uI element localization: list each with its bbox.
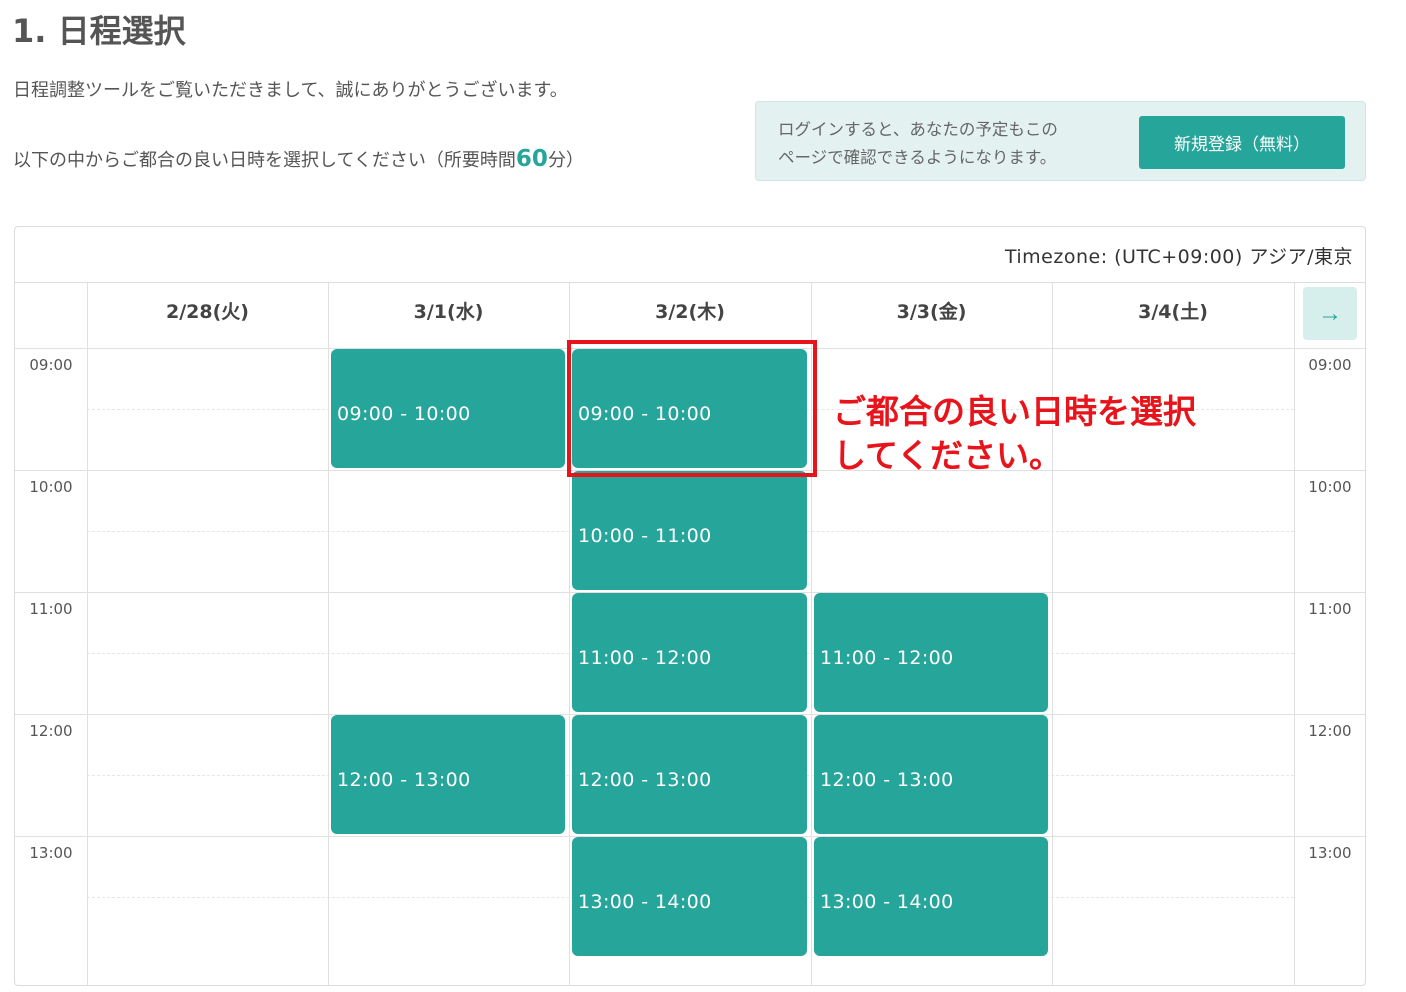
- register-button[interactable]: 新規登録（無料）: [1139, 116, 1345, 169]
- time-slot-button[interactable]: 13:00 - 14:00: [814, 837, 1048, 956]
- time-label-right: 09:00: [1308, 356, 1352, 374]
- time-label-left: 09:00: [29, 356, 73, 374]
- day-header: 3/2(木): [655, 301, 725, 323]
- column-divider: [1294, 283, 1295, 985]
- login-prompt-line1: ログインすると、あなたの予定もこの: [778, 120, 1058, 139]
- time-label-right: 13:00: [1308, 844, 1352, 862]
- time-label-right: 10:00: [1308, 478, 1352, 496]
- column-divider: [1052, 283, 1053, 985]
- time-slot-button[interactable]: 13:00 - 14:00: [572, 837, 807, 956]
- time-slot-button[interactable]: 11:00 - 12:00: [572, 593, 807, 712]
- day-header: 3/4(土): [1138, 301, 1208, 323]
- login-prompt-box: ログインすると、あなたの予定もこの ページで確認できるようになります。 新規登録…: [755, 101, 1366, 181]
- column-divider: [569, 283, 570, 985]
- column-divider: [811, 283, 812, 985]
- timezone-label: Timezone: (UTC+09:00) アジア/東京: [1004, 246, 1353, 268]
- intro-text: 日程調整ツールをご覧いただきまして、誠にありがとうございます。: [13, 80, 568, 101]
- time-label-left: 13:00: [29, 844, 73, 862]
- login-prompt-line2: ページで確認できるようになります。: [778, 148, 1057, 167]
- time-label-right: 11:00: [1308, 600, 1352, 618]
- day-header: 3/1(水): [413, 301, 484, 323]
- annotation-line2: してください。: [833, 436, 1063, 475]
- time-slot-button[interactable]: 09:00 - 10:00: [331, 349, 565, 468]
- calendar: Timezone: (UTC+09:00) アジア/東京 → 2/28(火) 3/…: [14, 226, 1366, 986]
- time-slot-button[interactable]: 12:00 - 13:00: [572, 715, 807, 834]
- column-divider: [87, 283, 88, 985]
- day-header: 3/3(金): [896, 301, 967, 323]
- instruction-suffix: 分）: [547, 150, 584, 171]
- time-slot-button[interactable]: 10:00 - 11:00: [572, 471, 807, 590]
- time-slot-button[interactable]: 11:00 - 12:00: [814, 593, 1048, 712]
- duration-value: 60: [515, 146, 548, 172]
- time-label-left: 12:00: [29, 722, 73, 740]
- instruction-prefix: 以下の中からご都合の良い日時を選択してください（所要時間: [13, 150, 516, 171]
- column-divider: [328, 283, 329, 985]
- login-prompt-text: ログインすると、あなたの予定もこの ページで確認できるようになります。: [778, 116, 1128, 172]
- annotation-line1: ご都合の良い日時を選択: [833, 392, 1196, 431]
- arrow-right-icon: →: [1318, 300, 1342, 327]
- annotation-callout: ご都合の良い日時を選択 してください。: [833, 390, 1253, 478]
- time-slot-button[interactable]: 12:00 - 13:00: [331, 715, 565, 834]
- day-header: 2/28(火): [166, 301, 249, 323]
- time-slot-button[interactable]: 09:00 - 10:00: [572, 349, 807, 468]
- next-week-button[interactable]: →: [1303, 287, 1357, 340]
- time-label-right: 12:00: [1308, 722, 1352, 740]
- timezone-bar: Timezone: (UTC+09:00) アジア/東京: [15, 227, 1365, 283]
- instruction-text: 以下の中からご都合の良い日時を選択してください（所要時間60分）: [13, 146, 584, 172]
- time-slot-button[interactable]: 12:00 - 13:00: [814, 715, 1048, 834]
- time-label-left: 11:00: [29, 600, 73, 618]
- time-label-left: 10:00: [29, 478, 73, 496]
- page-title: 1. 日程選択: [12, 12, 186, 50]
